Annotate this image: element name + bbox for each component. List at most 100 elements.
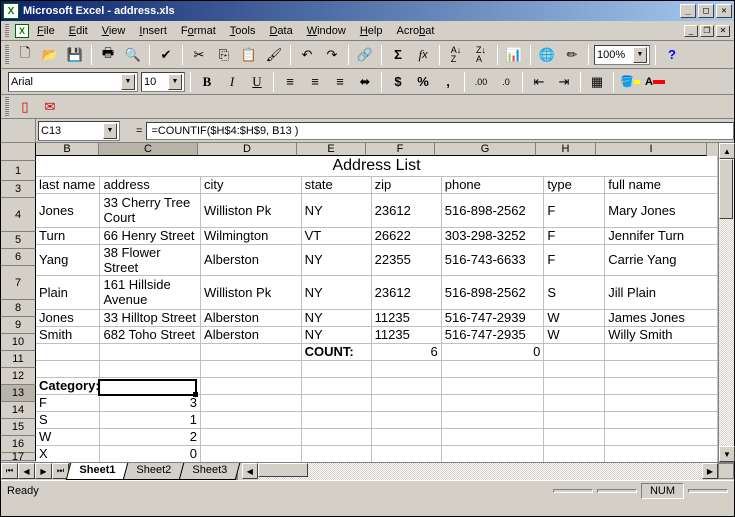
menu-file[interactable]: File <box>31 23 61 39</box>
drawing-button[interactable]: ✏ <box>561 44 583 66</box>
cell[interactable] <box>544 445 605 462</box>
column-header[interactable]: D <box>198 143 297 156</box>
chevron-down-icon[interactable]: ▼ <box>103 123 117 139</box>
cell[interactable]: 11235 <box>371 309 441 326</box>
row-header[interactable]: 13 <box>1 385 36 402</box>
cell[interactable] <box>605 360 718 377</box>
fill-color-button[interactable]: 🪣 <box>619 71 641 93</box>
cell[interactable]: 303-298-3252 <box>441 227 544 244</box>
menu-data[interactable]: Data <box>263 23 298 39</box>
cell[interactable] <box>605 411 718 428</box>
cell[interactable]: Plain <box>36 275 100 309</box>
cell[interactable]: James Jones <box>605 309 718 326</box>
cell[interactable]: 2 <box>100 428 201 445</box>
scroll-right-button[interactable]: ▶ <box>702 463 718 479</box>
cell[interactable]: VT <box>301 227 371 244</box>
new-button[interactable]: 🗋 <box>14 44 36 66</box>
bold-button[interactable]: B <box>196 71 218 93</box>
decrease-decimal-button[interactable]: .0 <box>495 71 517 93</box>
borders-button[interactable]: ▦ <box>586 71 608 93</box>
chevron-down-icon[interactable]: ▼ <box>633 47 647 63</box>
print-preview-button[interactable]: 🔍 <box>122 44 144 66</box>
sort-desc-button[interactable]: Z↓A <box>470 44 492 66</box>
row-header[interactable]: 15 <box>1 419 36 436</box>
help-button[interactable]: ? <box>661 44 683 66</box>
cell[interactable] <box>301 394 371 411</box>
row-header[interactable]: 4 <box>1 198 36 232</box>
cell[interactable]: W <box>544 326 605 343</box>
cell[interactable] <box>605 343 718 360</box>
cell[interactable]: 516-747-2935 <box>441 326 544 343</box>
cell[interactable]: zip <box>371 176 441 193</box>
row-header[interactable]: 3 <box>1 181 36 198</box>
menu-help[interactable]: Help <box>354 23 389 39</box>
cell[interactable]: 516-898-2562 <box>441 193 544 227</box>
cell[interactable]: X <box>36 445 100 462</box>
sort-asc-button[interactable]: A↓Z <box>445 44 467 66</box>
cell[interactable]: 23612 <box>371 193 441 227</box>
column-header[interactable]: C <box>99 143 198 156</box>
cell[interactable]: Jill Plain <box>605 275 718 309</box>
row-header[interactable]: 14 <box>1 402 36 419</box>
cell[interactable]: Smith <box>36 326 100 343</box>
sheet-tab[interactable]: Sheet1 <box>66 463 129 480</box>
cell-grid[interactable]: Address Listlast nameaddresscitystatezip… <box>36 156 718 462</box>
cell[interactable] <box>441 411 544 428</box>
cell[interactable] <box>371 411 441 428</box>
cell[interactable] <box>301 360 371 377</box>
cell[interactable]: Carrie Yang <box>605 244 718 275</box>
minimize-button[interactable]: _ <box>680 4 696 18</box>
cell[interactable] <box>100 377 201 394</box>
cell[interactable]: 516-747-2939 <box>441 309 544 326</box>
cell[interactable]: 66 Henry Street <box>100 227 201 244</box>
cell[interactable] <box>441 360 544 377</box>
row-header[interactable]: 11 <box>1 351 36 368</box>
cell[interactable]: Jones <box>36 193 100 227</box>
row-header[interactable]: 8 <box>1 300 36 317</box>
cell[interactable]: 161 Hillside Avenue <box>100 275 201 309</box>
chevron-down-icon[interactable]: ▼ <box>121 74 135 90</box>
row-header[interactable]: 7 <box>1 266 36 300</box>
select-all-button[interactable] <box>1 143 36 161</box>
cut-button[interactable]: ✂ <box>188 44 210 66</box>
cell[interactable] <box>301 411 371 428</box>
cell[interactable]: 682 Toho Street <box>100 326 201 343</box>
cell[interactable]: Yang <box>36 244 100 275</box>
print-button[interactable]: 🖶 <box>97 44 119 66</box>
underline-button[interactable]: U <box>246 71 268 93</box>
cell[interactable]: 23612 <box>371 275 441 309</box>
cell[interactable]: 38 Flower Street <box>100 244 201 275</box>
cell[interactable] <box>441 394 544 411</box>
tab-next-button[interactable]: ▶ <box>35 463 52 479</box>
pdf-button[interactable]: ▯ <box>14 96 36 118</box>
close-button[interactable]: ✕ <box>716 4 732 18</box>
chevron-down-icon[interactable]: ▼ <box>168 74 182 90</box>
sheet-tab[interactable]: Sheet2 <box>123 463 184 480</box>
currency-button[interactable]: $ <box>387 71 409 93</box>
cell[interactable]: 0 <box>441 343 544 360</box>
row-header[interactable]: 10 <box>1 334 36 351</box>
cell[interactable]: state <box>301 176 371 193</box>
cell[interactable] <box>100 360 201 377</box>
cell[interactable]: 6 <box>371 343 441 360</box>
cell[interactable]: NY <box>301 193 371 227</box>
cell[interactable] <box>201 428 302 445</box>
cell[interactable]: F <box>544 193 605 227</box>
tab-first-button[interactable]: ⏮ <box>1 463 18 479</box>
cell[interactable]: Willy Smith <box>605 326 718 343</box>
align-left-button[interactable]: ≡ <box>279 71 301 93</box>
cell[interactable] <box>544 411 605 428</box>
decrease-indent-button[interactable]: ⇤ <box>528 71 550 93</box>
cell[interactable]: F <box>544 227 605 244</box>
font-color-button[interactable]: A <box>644 71 666 93</box>
paste-button[interactable]: 📋 <box>238 44 260 66</box>
cell[interactable]: Williston Pk <box>201 275 302 309</box>
mdi-close-button[interactable]: ✕ <box>716 25 730 37</box>
horizontal-scrollbar[interactable]: ◀ ▶ <box>242 463 718 480</box>
cell[interactable] <box>605 377 718 394</box>
font-name-combo[interactable]: Arial ▼ <box>8 72 138 92</box>
increase-indent-button[interactable]: ⇥ <box>553 71 575 93</box>
cell[interactable] <box>201 445 302 462</box>
cell[interactable]: Mary Jones <box>605 193 718 227</box>
copy-button[interactable]: ⎘ <box>213 44 235 66</box>
